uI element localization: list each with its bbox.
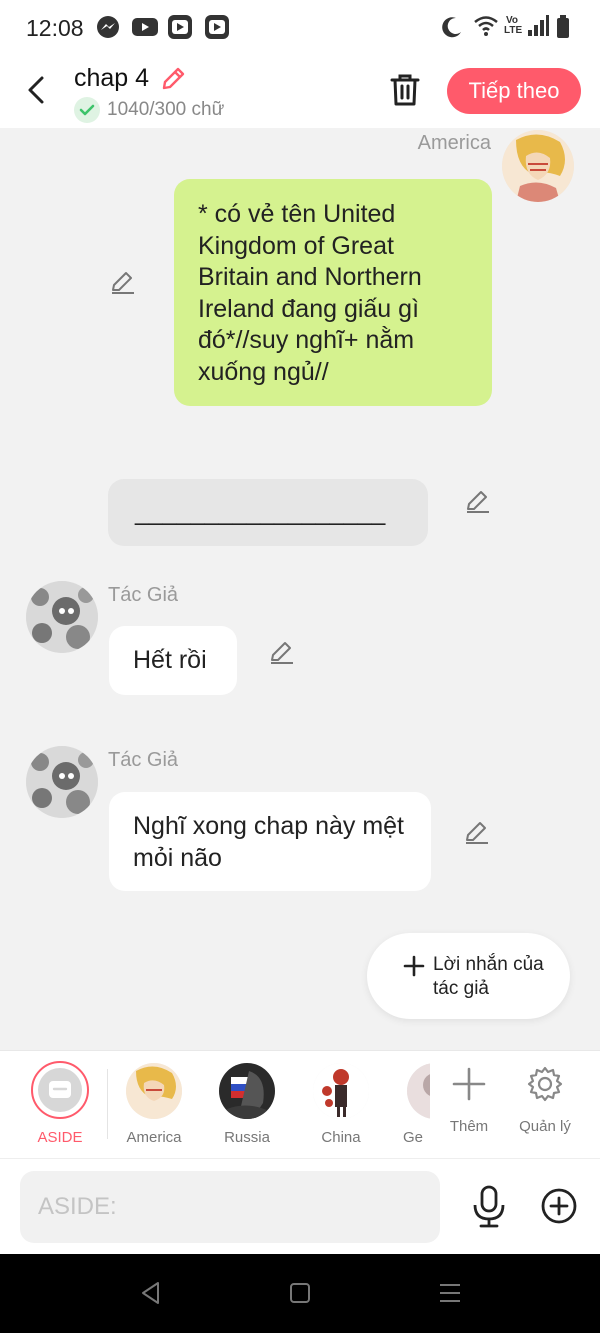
message-input[interactable] xyxy=(20,1171,440,1243)
back-arrow-icon[interactable] xyxy=(20,70,54,110)
status-bar: 12:08 Vo LTE xyxy=(0,0,600,56)
character-label-aside: ASIDE xyxy=(37,1129,83,1146)
character-label: America xyxy=(126,1129,182,1146)
message-bubble[interactable]: * có vẻ tên United Kingdom of Great Brit… xyxy=(174,179,492,406)
author-note-button[interactable]: Lời nhắn của tác giả xyxy=(367,933,570,1019)
sender-name: Tác Giả xyxy=(108,749,179,771)
add-plus-circle-icon[interactable] xyxy=(540,1187,578,1225)
manage-label: Quản lý xyxy=(519,1118,571,1135)
nav-menu-icon[interactable] xyxy=(437,1280,463,1306)
input-bar xyxy=(0,1158,600,1254)
character-aside[interactable]: ASIDE xyxy=(15,1051,105,1159)
messenger-icon xyxy=(97,16,119,38)
character-avatar xyxy=(313,1063,369,1119)
do-not-disturb-moon-icon xyxy=(442,17,461,38)
character-bar: ASIDE America Russia China Ge Thêm Quản … xyxy=(0,1050,600,1158)
edit-message-pencil-icon[interactable] xyxy=(464,487,492,515)
edit-message-pencil-icon[interactable] xyxy=(463,818,491,846)
word-count: 1040/300 chữ xyxy=(107,99,225,120)
edit-message-pencil-icon[interactable] xyxy=(109,268,137,296)
battery-icon xyxy=(557,15,569,38)
microphone-icon[interactable] xyxy=(470,1185,508,1229)
character-russia[interactable]: Russia xyxy=(202,1051,292,1159)
avatar-america[interactable] xyxy=(502,130,574,202)
edit-message-pencil-icon[interactable] xyxy=(268,638,296,666)
plus-icon xyxy=(452,1067,486,1101)
video-app-icon-2 xyxy=(205,15,229,39)
author-note-label: Lời nhắn của tác giả xyxy=(433,954,544,999)
word-count-check-icon xyxy=(74,97,100,123)
sender-name: Tác Giả xyxy=(108,584,179,606)
system-nav-bar xyxy=(0,1254,600,1333)
gear-icon xyxy=(527,1066,563,1102)
manage-characters-button[interactable]: Quản lý xyxy=(500,1051,590,1159)
message-bubble[interactable]: Nghĩ xong chap này mệt mỏi não xyxy=(109,792,431,891)
chapter-title: chap 4 xyxy=(74,64,150,92)
header: chap 4 1040/300 chữ Tiếp theo xyxy=(0,56,600,128)
character-america[interactable]: America xyxy=(109,1051,199,1159)
trash-icon[interactable] xyxy=(386,70,424,110)
edit-title-pencil-icon[interactable] xyxy=(158,64,188,94)
avatar-author[interactable] xyxy=(26,581,98,653)
character-avatar xyxy=(219,1063,275,1119)
video-app-icon xyxy=(168,15,192,39)
nav-home-icon[interactable] xyxy=(287,1280,313,1306)
wifi-icon xyxy=(474,16,498,36)
signal-icon xyxy=(528,15,549,36)
next-button[interactable]: Tiếp theo xyxy=(447,68,581,114)
character-label: China xyxy=(321,1129,361,1146)
message-bubble[interactable]: Hết rồi xyxy=(109,626,237,695)
avatar-author[interactable] xyxy=(26,746,98,818)
aside-message-icon xyxy=(49,1081,71,1098)
aside-avatar xyxy=(31,1061,89,1119)
divider xyxy=(107,1069,108,1139)
youtube-icon xyxy=(132,18,158,36)
volte-icon: Vo LTE xyxy=(504,15,523,36)
character-avatar xyxy=(126,1063,182,1119)
aside-bubble[interactable]: __________________ xyxy=(108,479,428,546)
plus-icon xyxy=(403,955,425,977)
nav-back-icon[interactable] xyxy=(138,1280,164,1306)
sender-name: America xyxy=(417,132,491,154)
character-label: Russia xyxy=(224,1129,270,1146)
chat-area[interactable]: America * có vẻ tên United Kingdom of Gr… xyxy=(0,128,600,1050)
character-china[interactable]: China xyxy=(296,1051,386,1159)
status-time: 12:08 xyxy=(26,15,84,41)
